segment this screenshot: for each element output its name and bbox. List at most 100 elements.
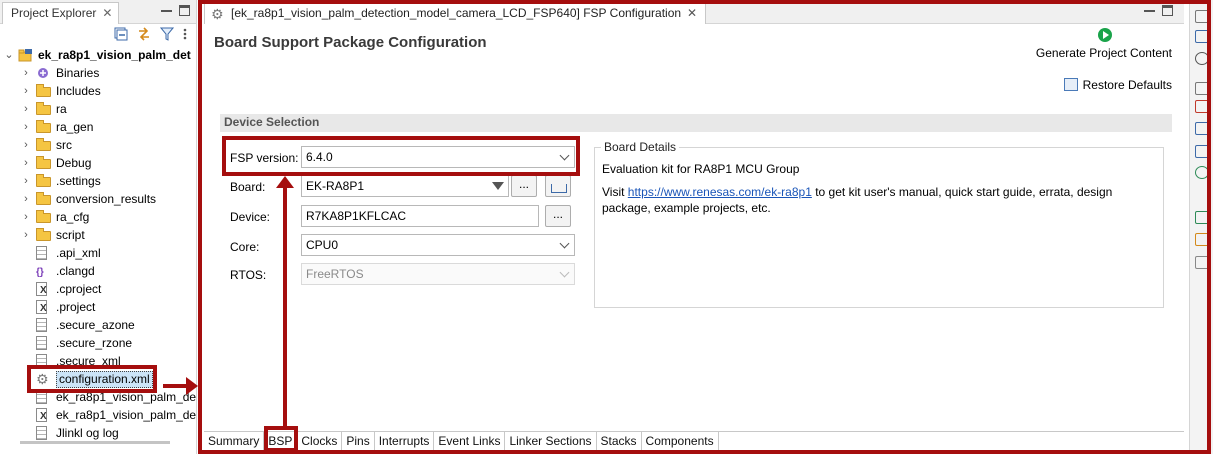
tab-linker-sections[interactable]: Linker Sections xyxy=(505,432,597,450)
cloud-icon[interactable] xyxy=(1195,256,1209,269)
tree-item[interactable]: Jlinkl og log xyxy=(0,424,196,442)
chevron-right-icon[interactable]: › xyxy=(21,100,31,118)
tree-item-label: .settings xyxy=(56,174,101,188)
tab-components[interactable]: Components xyxy=(641,432,719,450)
console-icon[interactable] xyxy=(1195,122,1209,135)
properties-icon[interactable] xyxy=(1195,100,1209,113)
tree-item[interactable]: › Binaries xyxy=(0,64,196,82)
board-details-group: Board Details Evaluation kit for RA8P1 M… xyxy=(594,140,1164,308)
tree-item-label: src xyxy=(56,138,72,152)
pin-icon[interactable] xyxy=(1195,233,1209,246)
tree-item-label: .secure_rzone xyxy=(56,336,133,350)
tab-clocks[interactable]: Clocks xyxy=(297,432,343,450)
tree-item[interactable]: › Includes xyxy=(0,82,196,100)
tree-project-root[interactable]: ⌄ ek_ra8p1_vision_palm_det xyxy=(0,46,196,64)
tree-item[interactable]: › Debug xyxy=(0,154,196,172)
maximize-icon[interactable] xyxy=(1162,5,1173,16)
chevron-right-icon[interactable]: › xyxy=(21,172,31,190)
tree-item-label: .clangd xyxy=(56,264,95,278)
project-folder-icon xyxy=(18,49,32,62)
explorer-toolbar xyxy=(0,24,196,44)
tree-item[interactable]: › conversion_results xyxy=(0,190,196,208)
fsp-version-select[interactable]: 6.4.0 xyxy=(301,146,575,168)
filter-icon[interactable] xyxy=(160,27,174,41)
chevron-right-icon[interactable]: › xyxy=(21,208,31,226)
close-icon[interactable]: ✕ xyxy=(102,6,112,20)
file-icon xyxy=(36,246,47,260)
minimize-icon[interactable] xyxy=(161,5,172,12)
editor-bottom-tabs: Summary BSP Clocks Pins Interrupts Event Link… xyxy=(204,431,1184,450)
minimize-icon[interactable] xyxy=(1144,5,1155,12)
close-icon[interactable]: ✕ xyxy=(687,6,697,20)
tree-item[interactable]: › script xyxy=(0,226,196,244)
table-icon[interactable] xyxy=(1195,145,1209,158)
chevron-down-icon xyxy=(559,267,570,278)
tree-item-label: ra_gen xyxy=(56,120,94,134)
device-selection-header: Device Selection xyxy=(220,114,1172,132)
tree-item[interactable]: › ra_gen xyxy=(0,118,196,136)
horizontal-scrollbar[interactable] xyxy=(20,441,170,444)
chevron-right-icon[interactable]: › xyxy=(21,82,31,100)
device-browse-button[interactable]: ... xyxy=(545,205,571,227)
view-menu-icon[interactable] xyxy=(182,27,188,41)
gear-icon: ⚙ xyxy=(211,6,224,22)
collapse-all-icon[interactable] xyxy=(114,27,128,41)
tab-stacks[interactable]: Stacks xyxy=(596,432,642,450)
play-icon xyxy=(1098,28,1112,42)
chevron-right-icon[interactable]: › xyxy=(21,190,31,208)
tree-item-label: ek_ra8p1_vision_palm_de xyxy=(56,408,197,422)
tree-item[interactable]: .secure_rzone xyxy=(0,334,196,352)
tab-project-explorer[interactable]: Project Explorer ✕ xyxy=(2,2,120,24)
expand-down-icon[interactable]: ⌄ xyxy=(4,46,14,64)
restore-defaults-button[interactable]: Restore Defaults xyxy=(1063,78,1172,92)
tab-fsp-configuration[interactable]: ⚙ [ek_ra8p1_vision_palm_detection_model_c… xyxy=(204,2,707,24)
minimize-icon[interactable] xyxy=(1195,82,1209,95)
memory-icon[interactable] xyxy=(1195,211,1209,224)
chevron-right-icon[interactable]: › xyxy=(21,226,31,244)
tab-pins[interactable]: Pins xyxy=(342,432,375,450)
bsp-annotation-arrow-head xyxy=(276,176,294,188)
tree-item[interactable]: › src xyxy=(0,136,196,154)
board-browse-button[interactable]: ... xyxy=(511,175,537,197)
core-select[interactable]: CPU0 xyxy=(301,234,575,256)
page-title: Board Support Package Configuration xyxy=(214,34,487,51)
chevron-down-icon xyxy=(559,150,570,161)
right-trim-bar xyxy=(1189,0,1213,454)
tree-item[interactable]: › .settings xyxy=(0,172,196,190)
rtos-select: FreeRTOS xyxy=(301,263,575,285)
restore-icon[interactable] xyxy=(1195,10,1209,23)
tab-bsp[interactable]: BSP xyxy=(264,432,298,450)
xml-file-icon xyxy=(36,282,47,300)
explorer-tabbar: Project Explorer ✕ xyxy=(0,0,196,24)
device-input[interactable]: R7KA8P1KFLCAC xyxy=(301,205,539,227)
globe-icon[interactable] xyxy=(1195,166,1209,179)
tree-item[interactable]: › ra_cfg xyxy=(0,208,196,226)
maximize-icon[interactable] xyxy=(179,5,190,16)
tree-item[interactable]: .api_xml xyxy=(0,244,196,262)
folder-icon xyxy=(36,102,51,115)
tree-item-label: ra xyxy=(56,102,67,116)
tree-item[interactable]: {} .clangd xyxy=(0,262,196,280)
tab-summary[interactable]: Summary xyxy=(204,432,265,450)
tree-item-label: .secure_azone xyxy=(56,318,135,332)
generate-project-content-button[interactable]: Generate Project Content xyxy=(1032,28,1172,62)
chevron-right-icon[interactable]: › xyxy=(21,118,31,136)
tree-item-label: Debug xyxy=(56,156,92,170)
link-with-editor-icon[interactable] xyxy=(137,27,151,41)
tree-item[interactable]: › ra xyxy=(0,100,196,118)
board-select[interactable]: EK-RA8P1 xyxy=(301,175,509,197)
board-link[interactable]: https://www.renesas.com/ek-ra8p1 xyxy=(628,185,812,199)
chevron-right-icon[interactable]: › xyxy=(21,154,31,172)
robot-icon[interactable] xyxy=(1195,52,1209,65)
chevron-right-icon[interactable]: › xyxy=(21,136,31,154)
tree-item[interactable]: .cproject xyxy=(0,280,196,300)
tree-item[interactable]: .project xyxy=(0,298,196,318)
tab-event-links[interactable]: Event Links xyxy=(434,432,506,450)
chevron-right-icon[interactable]: › xyxy=(21,64,31,82)
outline-icon[interactable] xyxy=(1195,30,1209,43)
tree-item[interactable]: ek_ra8p1_vision_palm_de xyxy=(0,406,197,426)
tree-item[interactable]: .secure_azone xyxy=(0,316,196,334)
fsp-configuration-editor: ⚙ [ek_ra8p1_vision_palm_detection_model_c… xyxy=(204,0,1184,454)
tab-interrupts[interactable]: Interrupts xyxy=(374,432,435,450)
board-download-button[interactable] xyxy=(545,175,571,197)
